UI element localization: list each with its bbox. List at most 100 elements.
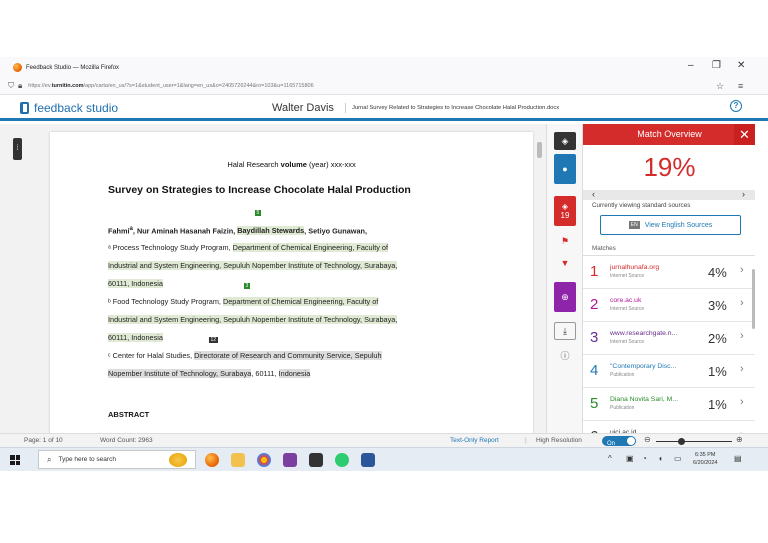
weather-icon[interactable] — [169, 452, 187, 467]
document-scrollbar[interactable] — [537, 142, 542, 158]
matches-label: Matches — [592, 245, 616, 252]
tray-chevron-icon[interactable]: ^ — [608, 454, 612, 463]
panel-scrollbar[interactable] — [752, 269, 755, 329]
menu-icon[interactable]: ≡ — [738, 81, 743, 91]
en-badge: EN — [628, 221, 640, 229]
journal-header: Halal Research volume (year) xxx-xxx — [227, 160, 356, 169]
affiliation-c-2: Nopember Institute of Technology, Suraba… — [108, 369, 311, 378]
comments-icon[interactable]: ● — [554, 154, 576, 184]
similarity-score: 19 — [560, 211, 570, 220]
panel-title: Match Overview — [583, 124, 755, 145]
layer-toolbar: ◈ ● ◈ 19 ⚑ ▼ ⊕ ⤓ ⓘ — [546, 124, 582, 433]
match-row[interactable]: 1 jurnalhunafa.org Internet Source 4% › — [583, 256, 755, 289]
prev-arrow-icon[interactable]: ‹ — [592, 189, 595, 199]
match-row[interactable]: 4 "Contemporary Disc... Publication 1% › — [583, 355, 755, 388]
text-only-report-link[interactable]: Text-Only Report — [450, 437, 499, 444]
file-explorer-icon[interactable] — [231, 453, 245, 467]
chevron-right-icon[interactable]: › — [740, 396, 744, 408]
windows-start-icon[interactable] — [10, 455, 20, 465]
filter-icon[interactable]: ▼ — [554, 254, 576, 272]
match-row[interactable]: 6uici.ac.id1%› — [583, 421, 755, 433]
header-divider — [345, 103, 346, 113]
match-type: Publication — [610, 405, 635, 411]
document-viewer: ⁞ Halal Research volume (year) xxx-xxx S… — [0, 124, 546, 433]
paper-title: Survey on Strategies to Increase Chocola… — [108, 184, 411, 196]
match-marker[interactable]: 5 — [255, 210, 261, 216]
feedback-studio-logo: feedback studio — [20, 101, 118, 115]
side-drawer-handle-icon[interactable]: ⁞ — [13, 138, 22, 160]
match-row[interactable]: 5 Diana Novita Sari, M... Publication 1% › — [583, 388, 755, 421]
taskbar-search-box[interactable]: ⌕ Type here to search — [38, 450, 196, 469]
network-icon[interactable]: ◔ — [642, 454, 647, 463]
match-highlight[interactable]: Directorate of Research and Community Se… — [194, 351, 382, 360]
match-highlight[interactable]: Baydillah Stewards — [237, 226, 305, 236]
affiliation-a-3: 60111, Indonesia — [108, 279, 163, 288]
match-highlight[interactable]: 60111, Indonesia — [108, 333, 163, 342]
chevron-right-icon[interactable]: › — [740, 363, 744, 375]
zoom-in-icon[interactable]: ⊕ — [736, 435, 743, 444]
similarity-score-button[interactable]: ◈ 19 — [554, 196, 576, 226]
firefox-icon — [13, 63, 22, 72]
app-header: feedback studio Walter Davis Jurnal Surv… — [0, 95, 768, 121]
shield-icon[interactable]: ⛉ — [8, 81, 14, 91]
match-row[interactable]: 3 www.researchgate.n... Internet Source 2% › — [583, 322, 755, 355]
match-number: 1 — [590, 263, 599, 280]
match-source: "Contemporary Disc... — [610, 363, 677, 370]
download-icon[interactable]: ⤓ — [554, 322, 576, 340]
terminal-icon[interactable] — [309, 453, 323, 467]
word-icon[interactable] — [361, 453, 375, 467]
help-icon[interactable]: ? — [730, 100, 742, 112]
match-highlight[interactable]: Nopember Institute of Technology, Suraba… — [108, 369, 252, 378]
match-highlight[interactable]: Industrial and System Engineering, Sepul… — [108, 261, 398, 270]
match-highlight[interactable]: 60111, Indonesia — [108, 279, 163, 288]
affiliation-a: ᵃ Process Technology Study Program, Depa… — [108, 243, 389, 252]
chevron-right-icon[interactable]: › — [740, 264, 744, 276]
firefox-taskbar-icon[interactable] — [205, 453, 219, 467]
match-marker[interactable]: 3 — [244, 283, 250, 289]
source-pager: ‹ › — [583, 189, 755, 200]
viewing-status: Currently viewing standard sources — [592, 202, 691, 209]
close-icon[interactable]: ✕ — [734, 124, 755, 145]
chrome-icon[interactable] — [257, 453, 271, 467]
match-source: Diana Novita Sari, M... — [610, 396, 678, 403]
match-highlight[interactable]: Department of Chemical Engineering, Facu… — [222, 297, 379, 306]
zoom-out-icon[interactable]: ⊖ — [644, 435, 651, 444]
close-window-icon[interactable]: ✕ — [737, 60, 745, 71]
zoom-slider-handle[interactable] — [678, 438, 685, 445]
next-arrow-icon[interactable]: › — [742, 189, 745, 199]
chevron-right-icon[interactable]: › — [740, 297, 744, 309]
minimize-icon[interactable]: – — [688, 60, 694, 71]
flag-icon[interactable]: ⚑ — [554, 232, 576, 250]
clock[interactable]: 6:35 PM 6/20/2024 — [693, 451, 717, 467]
match-highlight[interactable]: Industrial and System Engineering, Sepul… — [108, 315, 398, 324]
bookmark-star-icon[interactable]: ☆ — [716, 81, 724, 92]
abstract-heading: ABSTRACT — [108, 410, 150, 419]
url-bar[interactable]: ⛉ 🔒︎ https://ev.turnitin.com/app/carta/e… — [0, 78, 768, 95]
notification-icon[interactable]: ▤ — [734, 454, 742, 463]
match-source: core.ac.uk — [610, 297, 642, 304]
status-divider: | — [525, 437, 527, 444]
url-text[interactable]: https://ev.turnitin.com/app/carta/en_us/… — [28, 83, 313, 89]
match-marker[interactable]: 12 — [209, 337, 218, 343]
affiliation-b-2: Industrial and System Engineering, Sepul… — [108, 315, 398, 324]
chevron-right-icon[interactable]: › — [740, 330, 744, 342]
status-bar: Page: 1 of 10 Word Count: 2963 Text-Only… — [0, 433, 768, 447]
volume-icon[interactable]: ◖ — [658, 454, 663, 463]
high-resolution-toggle[interactable]: On — [602, 436, 636, 447]
tray-app-icon[interactable]: ▣ — [626, 454, 634, 463]
info-icon[interactable]: ⓘ — [554, 346, 576, 364]
app-icon[interactable] — [283, 453, 297, 467]
layers-icon[interactable]: ◈ — [554, 132, 576, 150]
lock-icon[interactable]: 🔒︎ — [18, 81, 22, 91]
etc-icon[interactable]: ⊕ — [554, 282, 576, 312]
match-highlight[interactable]: Department of Chemical Engineering, Facu… — [232, 243, 389, 252]
battery-icon[interactable]: ▭ — [674, 454, 682, 463]
match-highlight[interactable]: Indonesia — [278, 369, 311, 378]
zoom-slider[interactable] — [656, 441, 732, 442]
similarity-percent: 19% — [643, 152, 696, 182]
restore-icon[interactable]: ❐ — [712, 60, 721, 71]
view-english-sources-button[interactable]: EN View English Sources — [600, 215, 741, 235]
match-overview-panel: Match Overview ✕ 19% ‹ › Currently viewi… — [582, 124, 755, 433]
whatsapp-icon[interactable] — [335, 453, 349, 467]
match-row[interactable]: 2 core.ac.uk Internet Source 3% › — [583, 289, 755, 322]
